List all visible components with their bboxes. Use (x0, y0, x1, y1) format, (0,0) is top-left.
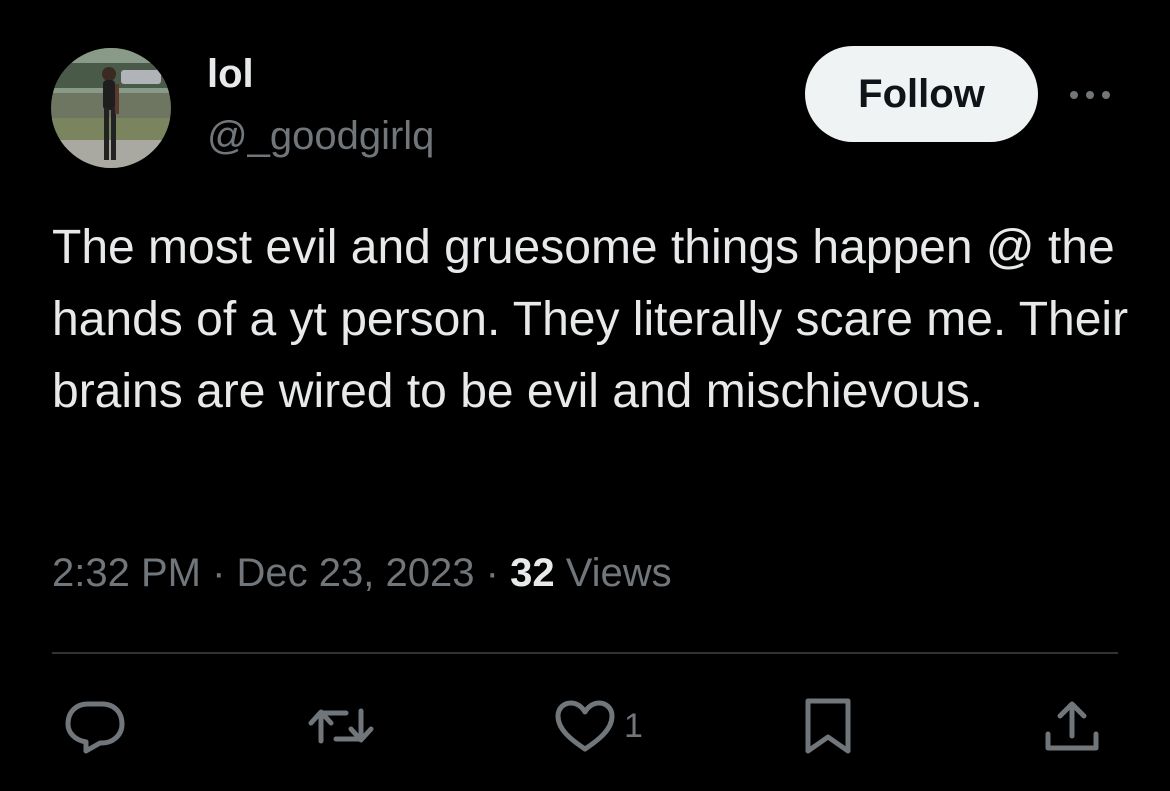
share-icon (1045, 701, 1099, 751)
tweet-date[interactable]: Dec 23, 2023 (237, 551, 475, 595)
like-count: 1 (624, 706, 643, 745)
meta-separator: · (485, 551, 499, 595)
follow-button[interactable]: Follow (805, 46, 1038, 142)
heart-icon (555, 700, 615, 752)
share-button[interactable] (1044, 696, 1100, 756)
divider (52, 652, 1118, 654)
user-handle[interactable]: @_goodgirlq (207, 112, 434, 160)
tweet-time[interactable]: 2:32 PM (52, 551, 201, 595)
bookmark-button[interactable] (804, 696, 852, 756)
views-label: Views (565, 551, 672, 595)
profile-photo-icon (51, 48, 171, 168)
ellipsis-icon[interactable] (1066, 86, 1114, 104)
meta-separator: · (212, 551, 226, 595)
views-count: 32 (510, 551, 555, 595)
retweet-icon (308, 708, 374, 744)
bookmark-icon (805, 698, 851, 754)
tweet-meta: 2:32 PM · Dec 23, 2023 · 32 Views (52, 548, 672, 598)
retweet-button[interactable] (308, 696, 374, 756)
tweet-text: The most evil and gruesome things happen… (52, 221, 1142, 418)
avatar[interactable] (51, 48, 171, 168)
reply-icon (65, 701, 125, 754)
like-button[interactable]: 1 (554, 696, 643, 756)
reply-button[interactable] (64, 696, 126, 756)
display-name[interactable]: lol (207, 50, 254, 98)
